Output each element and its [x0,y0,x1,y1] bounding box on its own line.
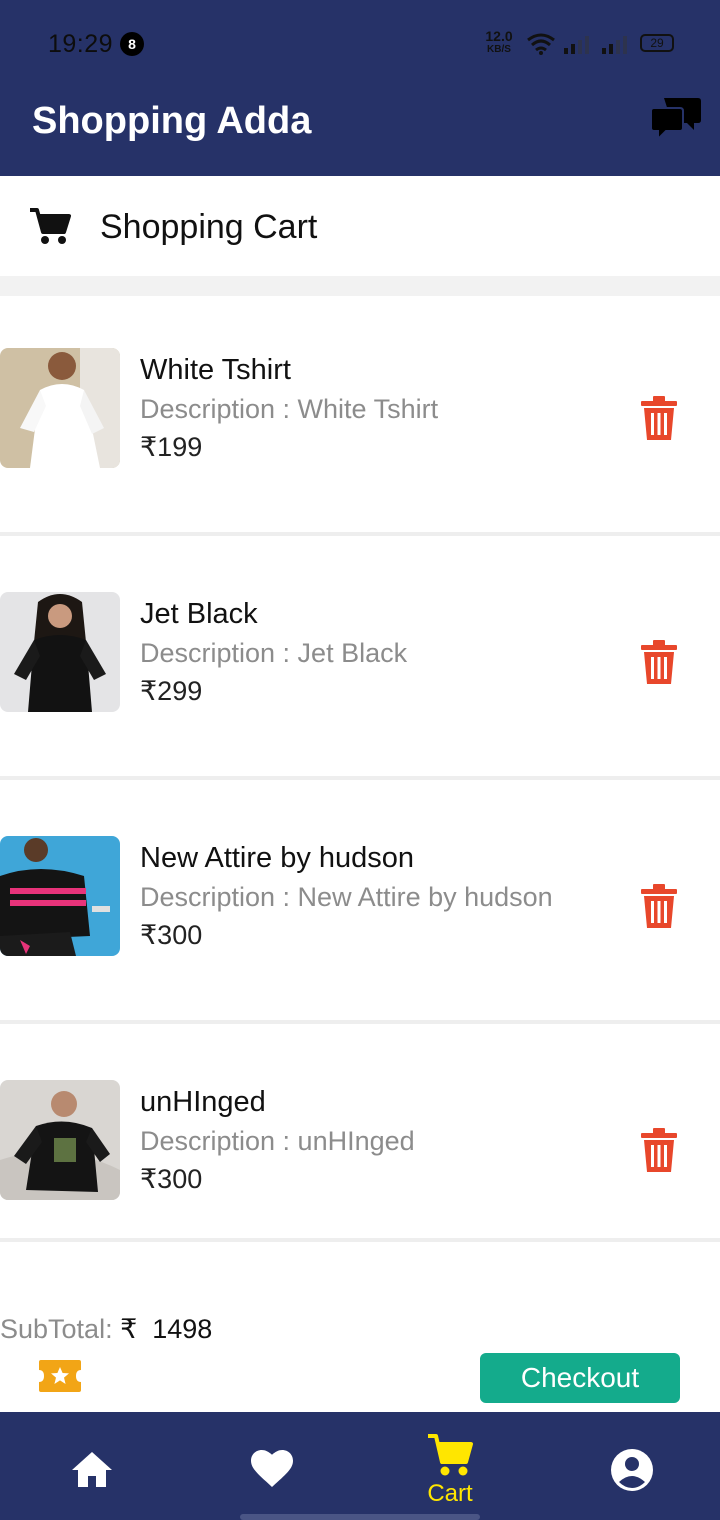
status-time: 19:29 [48,30,114,58]
subtotal-value: ₹ 1498 [120,1314,213,1344]
bottom-nav: Cart [0,1412,720,1520]
delete-icon[interactable] [640,640,678,684]
product-image [0,592,120,712]
account-icon [611,1449,653,1491]
product-name: New Attire by hudson [140,842,415,874]
product-description: Description : New Attire by hudson [140,882,553,912]
nav-favorites[interactable] [180,1412,360,1520]
signal-1-icon [564,36,589,54]
delete-icon[interactable] [640,884,678,928]
cart-item[interactable]: unHInged Description : unHInged ₹300 [0,1028,720,1242]
app-title: Shopping Adda [32,100,312,142]
home-indicator [240,1514,480,1520]
nav-cart-label: Cart [427,1480,473,1507]
cart-icon [30,208,71,244]
product-price: ₹199 [140,432,203,462]
delete-icon[interactable] [640,396,678,440]
network-speed-value: 12.0 [485,28,513,44]
product-name: unHInged [140,1086,266,1118]
product-description: Description : Jet Black [140,638,408,668]
subtotal: SubTotal: ₹ 1498 [0,1314,212,1345]
checkout-button[interactable]: Checkout [480,1353,680,1403]
product-name: Jet Black [140,598,258,630]
product-price: ₹300 [140,920,203,950]
signal-2-icon [602,36,627,54]
wifi-icon [527,33,555,55]
cart-title: Shopping Cart [100,208,318,246]
product-image [0,1080,120,1200]
chat-bubbles-icon[interactable] [650,96,702,142]
product-price: ₹300 [140,1164,203,1194]
status-bar: 19:29 8 12.0 KB/S 29 [0,0,720,88]
product-description: Description : White Tshirt [140,394,439,424]
delete-icon[interactable] [640,1128,678,1172]
cart-item[interactable]: Jet Black Description : Jet Black ₹299 [0,540,720,780]
home-icon [72,1452,112,1487]
heart-icon [251,1450,293,1487]
nav-home[interactable] [0,1412,180,1520]
divider [0,276,720,296]
ticket-star-icon[interactable] [38,1358,82,1394]
cart-item[interactable]: New Attire by hudson Description : New A… [0,784,720,1024]
cart-icon [428,1434,473,1476]
cart-item[interactable]: White Tshirt Description : White Tshirt … [0,296,720,536]
battery-level: 29 [650,36,664,50]
network-speed: 12.0 KB/S [482,28,516,56]
app-bar: 19:29 8 12.0 KB/S 29 Shopping Adda [0,0,720,176]
product-image [0,348,120,468]
network-speed-unit: KB/S [487,44,511,55]
product-price: ₹299 [140,676,203,706]
nav-account[interactable] [540,1412,720,1520]
product-name: White Tshirt [140,354,291,386]
product-image [0,836,120,956]
product-description: Description : unHInged [140,1126,415,1156]
nav-cart[interactable]: Cart [360,1412,540,1520]
subtotal-label: SubTotal: [0,1314,121,1344]
battery-icon: 29 [640,34,674,52]
notification-badge: 8 [120,32,144,56]
